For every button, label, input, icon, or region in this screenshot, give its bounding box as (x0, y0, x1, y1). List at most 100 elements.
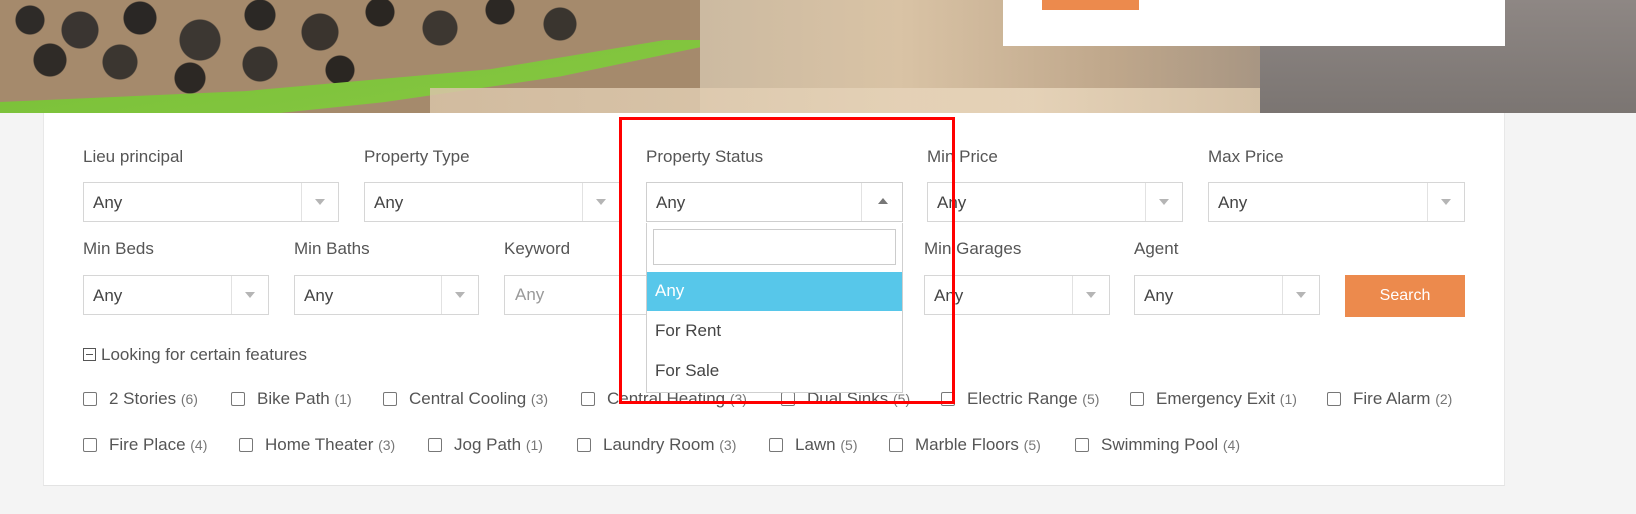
checkbox-icon[interactable] (889, 438, 903, 452)
min-beds-select[interactable]: Any (83, 275, 269, 315)
chevron-down-icon (301, 183, 338, 221)
features-toggle[interactable]: Looking for certain features (83, 345, 307, 365)
chevron-down-icon (231, 276, 268, 314)
feature-count: (4) (190, 437, 208, 453)
feature-count: (3) (719, 437, 737, 453)
chevron-down-icon (1427, 183, 1464, 221)
property-status-select[interactable]: Any (646, 182, 903, 222)
feature-label: Swimming Pool (1101, 435, 1219, 454)
checkbox-icon[interactable] (83, 438, 97, 452)
feature-count: (6) (180, 391, 198, 407)
chevron-down-icon (441, 276, 478, 314)
chevron-down-icon (1282, 276, 1319, 314)
dropdown-option-label: For Sale (655, 361, 720, 380)
checkbox-icon[interactable] (428, 438, 442, 452)
checkbox-icon[interactable] (1075, 438, 1089, 452)
feature-checkbox[interactable]: Lawn (5) (769, 435, 858, 455)
chevron-down-icon (1072, 276, 1109, 314)
min-price-select-value: Any (937, 193, 967, 212)
agent-label: Agent (1134, 239, 1179, 258)
feature-checkbox[interactable]: 2 Stories (6) (83, 389, 198, 409)
dropdown-search-input[interactable] (653, 229, 896, 265)
card-button[interactable] (1042, 0, 1139, 10)
property-type-select[interactable]: Any (364, 182, 620, 222)
feature-checkbox[interactable]: Marble Floors (5) (889, 435, 1041, 455)
dropdown-option-for-rent[interactable]: For Rent (647, 312, 902, 351)
chevron-up-icon (861, 183, 902, 221)
feature-checkbox[interactable]: Central Cooling (3) (383, 389, 548, 409)
feature-checkbox[interactable]: Fire Place (4) (83, 435, 207, 455)
keyword-label: Keyword (504, 239, 571, 258)
feature-label: Home Theater (265, 435, 374, 454)
chevron-down-icon (582, 183, 619, 221)
feature-count: (1) (1279, 391, 1297, 407)
checkbox-icon[interactable] (581, 392, 595, 406)
max-price-select[interactable]: Any (1208, 182, 1465, 222)
min-baths-select-value: Any (304, 286, 334, 305)
search-button[interactable]: Search (1345, 275, 1465, 317)
property-status-label: Property Status (646, 147, 764, 166)
feature-count: (3) (530, 391, 549, 407)
min-garages-select[interactable]: Any (924, 275, 1110, 315)
max-price-select-value: Any (1218, 193, 1248, 212)
feature-checkbox[interactable]: Swimming Pool (4) (1075, 435, 1240, 455)
checkbox-icon[interactable] (231, 392, 245, 406)
feature-checkbox[interactable]: Emergency Exit (1) (1130, 389, 1297, 409)
feature-checkbox[interactable]: Home Theater (3) (239, 435, 395, 455)
location-select[interactable]: Any (83, 182, 339, 222)
feature-count: (3) (378, 437, 396, 453)
feature-count: (4) (1222, 437, 1241, 453)
feature-checkbox[interactable]: Electric Range (5) (941, 389, 1099, 409)
feature-label: Emergency Exit (1156, 389, 1276, 408)
agent-select-value: Any (1144, 286, 1174, 305)
location-select-value: Any (93, 193, 123, 212)
min-price-select[interactable]: Any (927, 182, 1183, 222)
features-toggle-label: Looking for certain features (101, 345, 308, 364)
min-garages-select-value: Any (934, 286, 964, 305)
feature-checkbox[interactable]: Jog Path (1) (428, 435, 543, 455)
feature-checkbox[interactable]: Laundry Room (3) (577, 435, 736, 455)
dropdown-option-label: For Rent (655, 321, 722, 340)
min-price-label: Min Price (927, 147, 998, 166)
feature-count: (1) (525, 437, 543, 453)
min-beds-select-value: Any (93, 286, 123, 305)
min-baths-label: Min Baths (294, 239, 370, 258)
feature-label: Laundry Room (603, 435, 715, 454)
feature-count: (5) (1023, 437, 1041, 453)
min-garages-label: Min Garages (924, 239, 1022, 258)
checkbox-icon[interactable] (781, 392, 795, 406)
checkbox-icon[interactable] (941, 392, 955, 406)
checkbox-icon[interactable] (577, 438, 591, 452)
location-label: Lieu principal (83, 147, 184, 166)
dropdown-option-label: Any (655, 281, 685, 300)
property-type-select-value: Any (374, 193, 404, 212)
agent-select[interactable]: Any (1134, 275, 1320, 315)
checkbox-icon[interactable] (769, 438, 783, 452)
feature-label: Fire Alarm (1353, 389, 1431, 408)
checkbox-icon[interactable] (383, 392, 397, 406)
feature-count: (5) (840, 437, 858, 453)
feature-count: (2) (1435, 391, 1453, 407)
feature-label: 2 Stories (109, 389, 177, 408)
checkbox-icon[interactable] (239, 438, 253, 452)
property-status-dropdown: Any For Rent For Sale (646, 223, 903, 393)
feature-label: Marble Floors (915, 435, 1019, 454)
property-type-label: Property Type (364, 147, 470, 166)
feature-count: (5) (893, 391, 911, 407)
checkbox-icon[interactable] (83, 392, 97, 406)
feature-count: (5) (1082, 391, 1100, 407)
collapse-icon (83, 348, 96, 361)
feature-label: Central Cooling (409, 389, 527, 408)
feature-count: (3) (729, 391, 747, 407)
min-baths-select[interactable]: Any (294, 275, 479, 315)
feature-checkbox[interactable]: Bike Path (1) (231, 389, 352, 409)
feature-label: Electric Range (967, 389, 1078, 408)
feature-label: Lawn (795, 435, 836, 454)
dropdown-option-for-sale[interactable]: For Sale (647, 352, 902, 391)
feature-checkbox[interactable]: Fire Alarm (2) (1327, 389, 1452, 409)
checkbox-icon[interactable] (1130, 392, 1144, 406)
feature-label: Jog Path (454, 435, 522, 454)
dropdown-option-any[interactable]: Any (647, 272, 902, 311)
property-status-select-value: Any (656, 193, 686, 212)
checkbox-icon[interactable] (1327, 392, 1341, 406)
